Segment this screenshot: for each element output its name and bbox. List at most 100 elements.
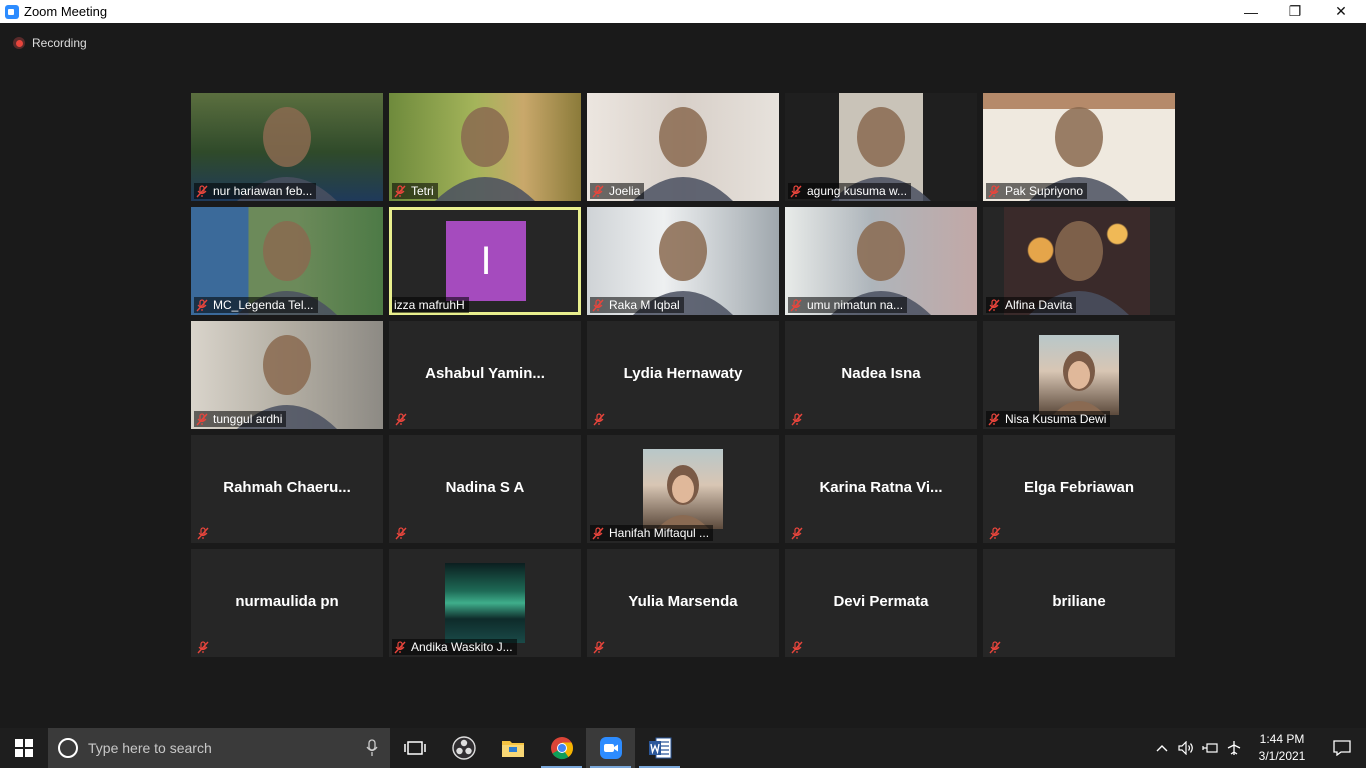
muted-microphone-icon (592, 526, 604, 540)
participant-tile[interactable]: Alfina Davita (983, 207, 1175, 315)
network-button[interactable] (1198, 728, 1222, 768)
participant-name-tag: Andika Waskito J... (392, 639, 517, 655)
participant-name: Ashabul Yamin... (425, 365, 545, 382)
gallery-view-grid: nur hariawan feb... Tetri Joelia agung kusu… (191, 93, 1175, 657)
window-titlebar: Zoom Meeting — ❐ ✕ (0, 0, 1366, 23)
muted-microphone-icon (197, 527, 209, 540)
participant-tile[interactable]: nur hariawan feb... (191, 93, 383, 201)
participant-tile[interactable]: Devi Permata (785, 549, 977, 657)
participant-name: Devi Permata (833, 593, 929, 610)
participant-name: nurmaulida pn (235, 593, 339, 610)
restore-button[interactable]: ❐ (1272, 0, 1318, 23)
taskbar-word[interactable] (635, 728, 684, 768)
muted-microphone-icon (790, 298, 802, 312)
participant-name: Raka M Iqbal (609, 298, 680, 312)
participant-tile[interactable]: Rahmah Chaeru... (191, 435, 383, 543)
airplane-mode-button[interactable] (1222, 728, 1246, 768)
participant-tile[interactable]: Ashabul Yamin... (389, 321, 581, 429)
participant-name: Alfina Davita (1005, 298, 1073, 312)
participant-tile[interactable]: MC_Legenda Tel... (191, 207, 383, 315)
microphone-icon[interactable] (366, 739, 378, 757)
participant-tile[interactable]: agung kusuma w... (785, 93, 977, 201)
taskbar-obs[interactable] (439, 728, 488, 768)
participant-name: Hanifah Miftaqul ... (609, 526, 710, 540)
participant-profile-photo (1039, 335, 1119, 415)
muted-microphone-icon (593, 641, 605, 654)
participant-tile[interactable]: Elga Febriawan (983, 435, 1175, 543)
muted-microphone-icon (593, 413, 605, 426)
taskbar-chrome[interactable] (537, 728, 586, 768)
muted-microphone-icon (791, 527, 803, 540)
recording-label: Recording (32, 36, 87, 50)
participant-name-tag: Nisa Kusuma Dewi (986, 411, 1111, 427)
participant-name: Rahmah Chaeru... (223, 479, 351, 496)
participant-tile[interactable]: Raka M Iqbal (587, 207, 779, 315)
muted-microphone-icon (394, 640, 406, 654)
participant-name-tag: Joelia (590, 183, 645, 199)
participant-name-tag: Raka M Iqbal (590, 297, 684, 313)
participant-name: Andika Waskito J... (411, 640, 513, 654)
participant-name: Elga Febriawan (1023, 479, 1135, 496)
clock-time: 1:44 PM (1259, 732, 1305, 746)
participant-name-tag: izza mafruhH (392, 297, 469, 313)
minimize-button[interactable]: — (1228, 0, 1274, 23)
word-icon (648, 737, 671, 759)
window-title: Zoom Meeting (24, 4, 108, 19)
airplane-icon (1227, 741, 1241, 755)
volume-button[interactable] (1174, 728, 1198, 768)
participant-name-tag: agung kusuma w... (788, 183, 912, 199)
participant-name-tag: MC_Legenda Tel... (194, 297, 318, 313)
taskbar-zoom[interactable] (586, 728, 635, 768)
muted-microphone-icon (196, 412, 208, 426)
show-hidden-icons-button[interactable] (1150, 728, 1174, 768)
participant-profile-photo (643, 449, 723, 529)
zoom-icon (599, 737, 622, 759)
task-view-button[interactable] (390, 728, 439, 768)
participant-name-tag: Alfina Davita (986, 297, 1077, 313)
folder-icon (501, 741, 524, 757)
participant-name: Joelia (609, 184, 641, 198)
participant-name-tag: Hanifah Miftaqul ... (590, 525, 714, 541)
participant-tile[interactable]: Andika Waskito J... (389, 549, 581, 657)
participant-tile[interactable]: Hanifah Miftaqul ... (587, 435, 779, 543)
muted-microphone-icon (989, 641, 1001, 654)
participant-name: Tetri (411, 184, 434, 198)
participant-tile[interactable]: Yulia Marsenda (587, 549, 779, 657)
participant-name: agung kusuma w... (807, 184, 908, 198)
participant-tile[interactable]: Lydia Hernawaty (587, 321, 779, 429)
participant-tile[interactable]: Tetri (389, 93, 581, 201)
participant-tile[interactable]: nurmaulida pn (191, 549, 383, 657)
participant-tile[interactable]: Nadina S A (389, 435, 581, 543)
participant-tile[interactable]: Karina Ratna Vi... (785, 435, 977, 543)
participant-tile[interactable]: Iizza mafruhH (389, 207, 581, 315)
muted-microphone-icon (196, 184, 208, 198)
taskbar-search-box[interactable]: Type here to search (48, 728, 390, 768)
participant-tile[interactable]: Nadea Isna (785, 321, 977, 429)
muted-microphone-icon (988, 412, 1000, 426)
notification-icon (1333, 740, 1351, 756)
participant-name: nur hariawan feb... (213, 184, 313, 198)
participant-tile[interactable]: briliane (983, 549, 1175, 657)
taskbar-file-explorer[interactable] (488, 728, 537, 768)
participant-tile[interactable]: Nisa Kusuma Dewi (983, 321, 1175, 429)
participant-name: MC_Legenda Tel... (213, 298, 314, 312)
participant-name-tag: tunggul ardhi (194, 411, 287, 427)
participant-tile[interactable]: umu nimatun na... (785, 207, 977, 315)
close-button[interactable]: ✕ (1318, 0, 1364, 23)
task-view-icon (403, 741, 426, 755)
muted-microphone-icon (395, 413, 407, 426)
taskbar-clock[interactable]: 1:44 PM 3/1/2021 (1246, 731, 1318, 765)
participant-name-tag: Pak Supriyono (986, 183, 1088, 199)
muted-microphone-icon (592, 184, 604, 198)
participant-tile[interactable]: Pak Supriyono (983, 93, 1175, 201)
participant-name: Nisa Kusuma Dewi (1005, 412, 1107, 426)
obs-icon (451, 736, 476, 760)
muted-microphone-icon (592, 298, 604, 312)
participant-tile[interactable]: Joelia (587, 93, 779, 201)
start-button[interactable] (0, 728, 48, 768)
action-center-button[interactable] (1318, 728, 1366, 768)
participant-tile[interactable]: tunggul ardhi (191, 321, 383, 429)
recording-indicator[interactable]: Recording (13, 36, 87, 50)
chevron-up-icon (1156, 745, 1168, 752)
system-tray: 1:44 PM 3/1/2021 (1150, 728, 1366, 768)
